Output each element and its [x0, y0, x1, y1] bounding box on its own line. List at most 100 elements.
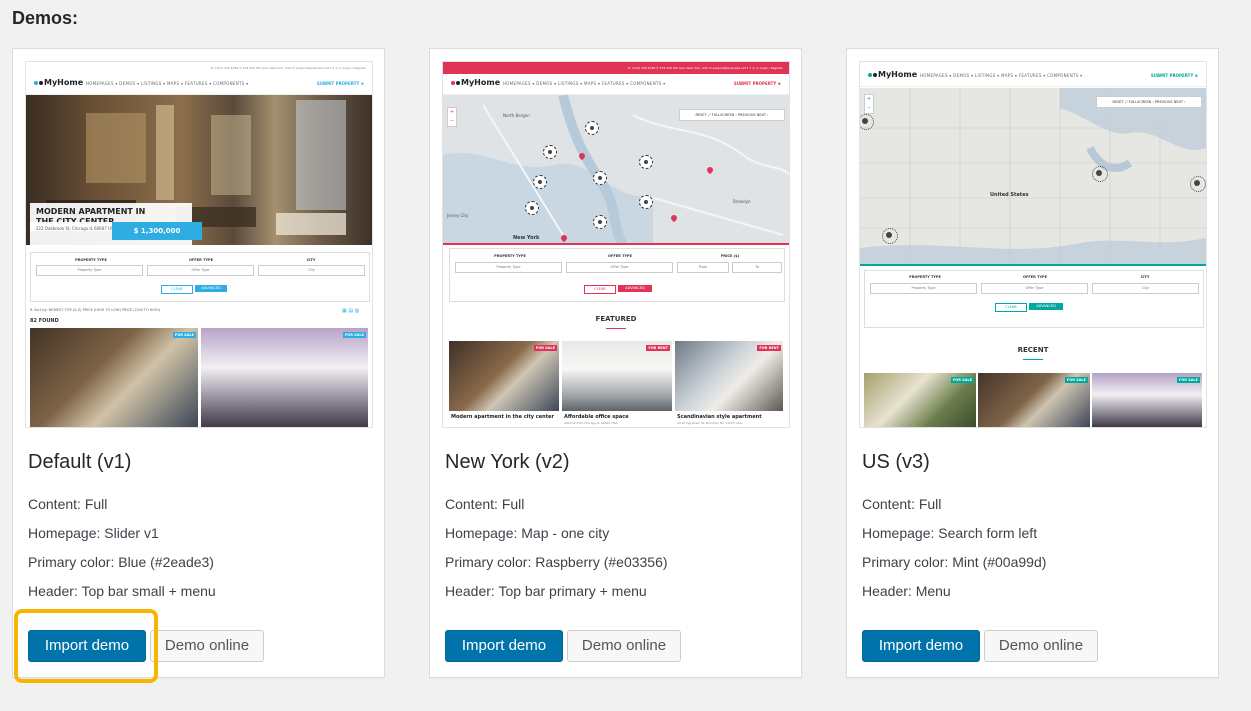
demo-primary-color: Primary color: Mint (#00a99d) — [862, 554, 1047, 570]
section-underline — [1023, 359, 1043, 360]
map-city-4: Brooklyn — [733, 199, 751, 204]
tile-2-address: 4414 W 57th Chicago IL 60612 USA — [564, 421, 618, 425]
preview-clear: CLEAR — [995, 303, 1027, 312]
map-cluster-marker — [585, 121, 599, 135]
map-cluster-marker — [543, 145, 557, 159]
tile-3-tag: FOR RENT — [757, 345, 781, 351]
label-property-type: PROPERTY TYPE — [494, 254, 526, 258]
preview-tile-1: FOR SALE — [449, 341, 559, 411]
map-accent-line — [860, 264, 1206, 266]
map-cluster-marker — [1092, 166, 1108, 182]
demo-preview-us[interactable]: MyHome HOMEPAGES ▾ DEMOS ▾ LISTINGS ▾ MA… — [859, 61, 1207, 428]
preview-search-form: PROPERTY TYPE OFFER TYPE CITY Property T… — [30, 252, 370, 302]
tile-3-address: 44 W Ingraham St, Brooklyn NY 11237 USA — [677, 421, 742, 425]
tile-1-tag: FOR SALE — [172, 332, 196, 338]
tile-2-title: Affordable office space — [564, 414, 629, 420]
preview-logo: MyHome — [868, 70, 917, 79]
preview-advanced: ADVANCED — [195, 285, 227, 292]
demo-preview-default[interactable]: ☏ (123) 345-6789 ⚲ 378-520 5th Ave, New … — [25, 61, 373, 428]
map-cluster-marker — [639, 155, 653, 169]
demo-content: Content: Full — [28, 496, 108, 512]
label-city: CITY — [1140, 275, 1150, 279]
preview-section-title: FEATURED — [595, 315, 637, 323]
label-offer-type: OFFER TYPE — [608, 254, 632, 258]
preview-clear: CLEAR — [584, 285, 616, 294]
demo-content: Content: Full — [862, 496, 942, 512]
demo-online-button[interactable]: Demo online — [984, 630, 1098, 662]
tile-2-tag: FOR SALE — [342, 332, 366, 338]
demo-homepage: Homepage: Search form left — [862, 525, 1038, 541]
preview-tile-2: FOR RENT — [562, 341, 672, 411]
demo-header: Header: Top bar small + menu — [28, 583, 216, 599]
hero-address-text: 222 Oakbrook St, Chicago IL 60607 USA — [36, 226, 117, 231]
label-property-type: PROPERTY TYPE — [909, 275, 941, 279]
map-cluster-marker — [593, 215, 607, 229]
tile-3-title: Scandinavian style apartment — [677, 414, 762, 420]
preview-topbar: ☏ (123) 345-6789 ⚲ 378-520 5th Ave, New … — [443, 62, 789, 74]
demo-content: Content: Full — [445, 496, 525, 512]
preview-search-form: PROPERTY TYPE OFFER TYPE CITY Property T… — [864, 270, 1204, 328]
preview-navbar: MyHome HOMEPAGES ▾ DEMOS ▾ LISTINGS ▾ MA… — [860, 66, 1206, 87]
import-demo-button[interactable]: Import demo — [28, 630, 146, 662]
demo-preview-new-york[interactable]: ☏ (123) 345-6789 ⚲ 378-520 5th Ave, New … — [442, 61, 790, 428]
field-property-type: Property Type — [36, 265, 143, 276]
map-city-2: Jersey City — [447, 213, 469, 218]
demos-page: Demos: ☏ (123) 345-6789 ⚲ 378-520 5th Av… — [0, 0, 1251, 711]
hero-caption-line1: MODERN APARTMENT IN — [36, 207, 146, 216]
demo-homepage: Homepage: Map - one city — [445, 525, 610, 541]
field-city: City — [1092, 283, 1199, 294]
preview-found: 82 FOUND — [30, 318, 59, 324]
preview-tile-3: FOR SALE — [1092, 373, 1202, 427]
demo-header: Header: Top bar primary + menu — [445, 583, 647, 599]
preview-navbar: MyHome HOMEPAGES ▾ DEMOS ▾ LISTINGS ▾ MA… — [26, 74, 372, 95]
label-offer-type: OFFER TYPE — [1023, 275, 1047, 279]
import-demo-button[interactable]: Import demo — [445, 630, 563, 662]
tile-2-tag: FOR RENT — [646, 345, 670, 351]
preview-view-icons: ▦ ▤ ▥ — [342, 308, 360, 314]
tile-1-title: Modern apartment in the city center — [451, 414, 554, 420]
map-controls: RESET ⤢ FULLSCREEN ‹ PREVIOUS NEXT › — [679, 109, 785, 121]
demo-card-us: MyHome HOMEPAGES ▾ DEMOS ▾ LISTINGS ▾ MA… — [846, 48, 1219, 678]
demo-card-default: ☏ (123) 345-6789 ⚲ 378-520 5th Ave, New … — [12, 48, 385, 678]
preview-submit: SUBMIT PROPERTY ⊕ — [316, 81, 364, 86]
section-underline — [606, 328, 626, 329]
map-controls: RESET ⤢ FULLSCREEN ‹ PREVIOUS NEXT › — [1096, 96, 1202, 108]
demo-title: Default (v1) — [28, 451, 132, 473]
preview-section-title: RECENT — [1017, 346, 1049, 354]
label-price: PRICE ($) — [720, 254, 740, 258]
field-offer-type: Offer Type — [147, 265, 254, 276]
map-cluster-marker — [882, 228, 898, 244]
preview-submit: SUBMIT PROPERTY ⊕ — [733, 81, 781, 86]
preview-map: + − RESET ⤢ FULLSCREEN ‹ PREVIOUS NEXT › … — [860, 88, 1206, 266]
demo-online-button[interactable]: Demo online — [150, 630, 264, 662]
map-accent-line — [443, 243, 789, 245]
field-property-type: Property Type — [455, 262, 562, 273]
tile-1-tag: FOR SALE — [533, 345, 557, 351]
preview-tile-2: FOR SALE — [978, 373, 1090, 427]
preview-advanced: ADVANCED — [1029, 303, 1063, 310]
map-country-label: United States — [990, 192, 1029, 198]
map-cluster-marker — [1190, 176, 1206, 192]
map-city-3: New York — [513, 235, 540, 241]
preview-nav: HOMEPAGES ▾ DEMOS ▾ LISTINGS ▾ MAPS ▾ FE… — [920, 73, 1083, 78]
demo-online-button[interactable]: Demo online — [567, 630, 681, 662]
field-price-from: From — [677, 262, 729, 273]
demo-header: Header: Menu — [862, 583, 951, 599]
field-property-type: Property Type — [870, 283, 977, 294]
label-offer-type: OFFER TYPE — [189, 258, 213, 262]
field-offer-type: Offer Type — [566, 262, 673, 273]
map-zoom-controls: + − — [447, 107, 457, 127]
import-demo-button[interactable]: Import demo — [862, 630, 980, 662]
preview-map: + − RESET ⤢ FULLSCREEN ‹ PREVIOUS NEXT › … — [443, 95, 789, 245]
tile-1-tag: FOR SALE — [950, 377, 974, 383]
tile-2-tag: FOR SALE — [1064, 377, 1088, 383]
preview-tile-1: FOR SALE — [30, 328, 198, 427]
demo-primary-color: Primary color: Raspberry (#e03356) — [445, 554, 668, 570]
demo-card-new-york: ☏ (123) 345-6789 ⚲ 378-520 5th Ave, New … — [429, 48, 802, 678]
preview-tile-3: FOR RENT — [675, 341, 783, 411]
tile-3-tag: FOR SALE — [1176, 377, 1200, 383]
demo-homepage: Homepage: Slider v1 — [28, 525, 159, 541]
map-cluster-marker — [533, 175, 547, 189]
label-property-type: PROPERTY TYPE — [75, 258, 107, 262]
demo-title: US (v3) — [862, 451, 930, 473]
